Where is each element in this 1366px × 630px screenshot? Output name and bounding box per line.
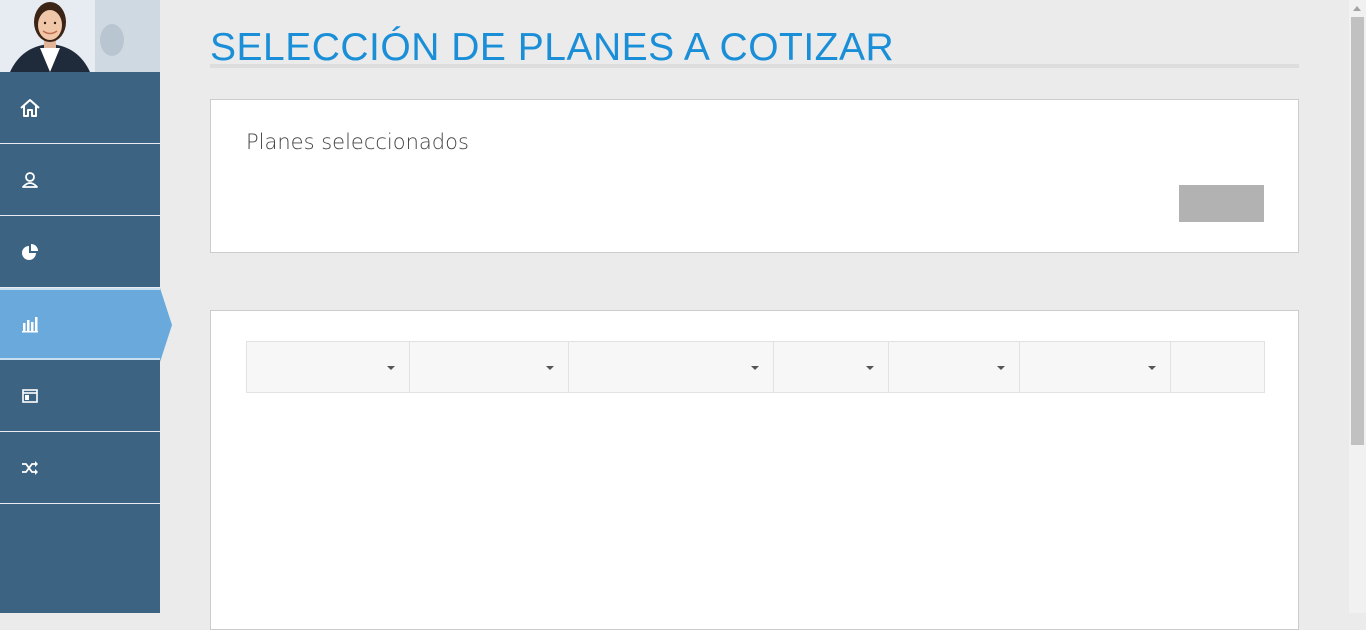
browser-window-icon xyxy=(18,384,42,408)
plans-table-panel xyxy=(210,310,1299,630)
sidebar-item-statistics[interactable] xyxy=(0,288,172,362)
sidebar-item-home[interactable] xyxy=(0,72,160,144)
sidebar-item-shuffle[interactable] xyxy=(0,432,160,504)
shuffle-icon xyxy=(18,456,42,480)
title-underline xyxy=(210,64,1299,68)
selected-plans-panel: Planes seleccionados xyxy=(210,99,1299,253)
column-header-5[interactable] xyxy=(889,342,1020,392)
scroll-up-arrow-icon[interactable] xyxy=(1353,6,1361,11)
caret-down-icon xyxy=(866,366,874,370)
sidebar-nav xyxy=(0,72,172,504)
column-header-3[interactable] xyxy=(569,342,774,392)
sidebar-item-window[interactable] xyxy=(0,360,160,432)
scrollbar-thumb[interactable] xyxy=(1351,17,1364,445)
pie-chart-icon xyxy=(18,240,42,264)
home-icon xyxy=(18,96,42,120)
quote-button[interactable] xyxy=(1179,185,1264,222)
caret-down-icon xyxy=(751,366,759,370)
selected-plans-heading: Planes seleccionados xyxy=(246,130,469,154)
sidebar xyxy=(0,0,172,613)
sidebar-item-user[interactable] xyxy=(0,144,160,216)
profile-photo xyxy=(0,0,160,72)
avatar[interactable] xyxy=(0,0,160,72)
caret-down-icon xyxy=(1148,366,1156,370)
caret-down-icon xyxy=(997,366,1005,370)
sidebar-item-reports[interactable] xyxy=(0,216,160,288)
column-header-2[interactable] xyxy=(410,342,569,392)
column-header-1[interactable] xyxy=(247,342,410,392)
column-header-6[interactable] xyxy=(1020,342,1171,392)
user-icon xyxy=(18,168,42,192)
vertical-scrollbar[interactable] xyxy=(1349,0,1366,613)
column-header-7 xyxy=(1171,342,1264,392)
bar-chart-icon xyxy=(18,312,42,336)
column-header-4[interactable] xyxy=(774,342,889,392)
caret-down-icon xyxy=(546,366,554,370)
caret-down-icon xyxy=(387,366,395,370)
plans-table-header xyxy=(246,341,1265,393)
